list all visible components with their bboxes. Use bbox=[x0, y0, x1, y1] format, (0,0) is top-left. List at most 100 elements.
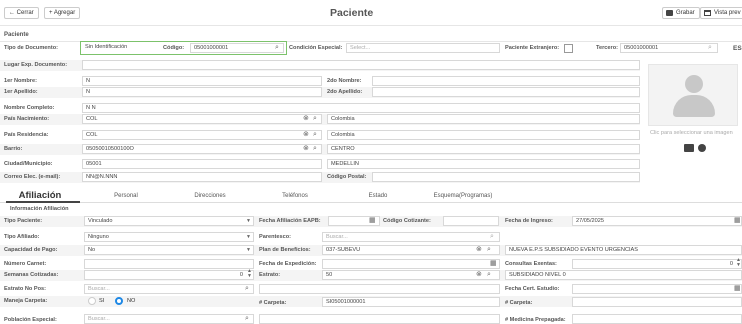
apellido2-input[interactable] bbox=[372, 87, 640, 97]
condicion-especial-select[interactable]: Select... bbox=[346, 43, 500, 53]
ciudad-code[interactable]: 05001 bbox=[82, 159, 322, 169]
semanas-cotizadas-label: Semanas Cotizadas: bbox=[4, 272, 59, 278]
search-icon[interactable]: ⌕ bbox=[245, 284, 249, 294]
codigo-input[interactable]: 05001000001 bbox=[190, 43, 284, 53]
search-icon[interactable]: ⌕ bbox=[313, 144, 317, 154]
tab-telefonos[interactable]: Teléfonos bbox=[255, 190, 335, 202]
search-icon[interactable]: ⌕ bbox=[275, 43, 279, 53]
barrio-label: Barrio: bbox=[4, 146, 23, 152]
apellido1-input[interactable]: N bbox=[82, 87, 322, 97]
calendar-icon[interactable]: ▦ bbox=[734, 284, 741, 294]
tercero-input[interactable]: 05001000001 bbox=[620, 43, 718, 53]
tab-esquema[interactable]: Esquema(Programas) bbox=[418, 190, 508, 202]
extranjero-checkbox[interactable] bbox=[564, 44, 573, 53]
stepper-icon[interactable]: ▲ ▼ bbox=[247, 269, 252, 279]
calendar-icon[interactable]: ▦ bbox=[369, 216, 376, 226]
fecha-afiliacion-label: Fecha Afiliación EAPB: bbox=[259, 218, 321, 224]
radio-si-label: SI bbox=[99, 298, 105, 304]
print-icon bbox=[704, 10, 711, 16]
search-icon[interactable]: ⌕ bbox=[490, 232, 494, 242]
save-button[interactable]: Grabar bbox=[662, 7, 700, 19]
calendar-icon[interactable]: ▦ bbox=[734, 216, 741, 226]
pais-residencia-code[interactable]: COL bbox=[82, 130, 322, 140]
nombre-completo-label: Nombre Completo: bbox=[4, 105, 55, 111]
parentesco-input[interactable]: Buscar... bbox=[322, 232, 500, 242]
add-button[interactable]: + Agregar bbox=[44, 7, 81, 19]
nombre1-input[interactable]: N bbox=[82, 76, 322, 86]
search-icon[interactable]: ⌕ bbox=[313, 130, 317, 140]
numero-carnet-input[interactable] bbox=[84, 259, 254, 269]
page-title: Paciente bbox=[330, 7, 374, 19]
radio-no-label: NO bbox=[127, 298, 136, 304]
nombre2-input[interactable] bbox=[372, 76, 640, 86]
capacidad-pago-select[interactable]: No bbox=[84, 245, 254, 255]
estrato-code[interactable]: 50 bbox=[322, 270, 500, 280]
stepper-icon[interactable]: ▲ ▼ bbox=[736, 258, 741, 268]
active-tab-indicator bbox=[6, 201, 80, 203]
search-icon[interactable]: ⌕ bbox=[245, 314, 249, 324]
carpeta-input[interactable]: SI05001000001 bbox=[322, 297, 500, 307]
fecha-ingreso-input[interactable]: 27/05/2025 bbox=[572, 216, 742, 226]
photo-area[interactable] bbox=[648, 64, 738, 126]
barrio-code[interactable]: 05050010500100O bbox=[82, 144, 322, 154]
save-label: Grabar bbox=[676, 10, 695, 16]
chevron-down-icon: ▼ bbox=[246, 218, 251, 224]
radio-si[interactable] bbox=[88, 297, 96, 305]
carpeta2-input[interactable] bbox=[572, 297, 742, 307]
preview-button[interactable]: Vista prev bbox=[700, 7, 742, 19]
pais-residencia-label: País Residencia: bbox=[4, 132, 49, 138]
codigo-cotizante-input[interactable] bbox=[443, 216, 499, 226]
poblacion-input[interactable]: Buscar... bbox=[84, 314, 254, 324]
poblacion-label: Población Especial: bbox=[4, 317, 57, 323]
tab-estado[interactable]: Estado bbox=[338, 190, 418, 202]
clear-icon[interactable]: ⊗ bbox=[303, 130, 309, 140]
codigo-postal-input[interactable] bbox=[372, 172, 640, 182]
carpeta2-label: # Carpeta: bbox=[505, 300, 533, 306]
consultas-exentas-input[interactable]: 0 bbox=[572, 259, 742, 269]
correo-input[interactable]: NN@N.NNN bbox=[82, 172, 322, 182]
ciudad-name: MEDELLIN bbox=[327, 159, 640, 169]
pais-nacimiento-name: Colombia bbox=[327, 114, 640, 124]
barrio-name: CENTRO bbox=[327, 144, 640, 154]
fecha-cert-label: Fecha Cert. Estudio: bbox=[505, 286, 560, 292]
ciudad-label: Ciudad/Municipio: bbox=[4, 161, 53, 167]
radio-no[interactable] bbox=[115, 297, 123, 305]
fecha-expedicion-input[interactable] bbox=[322, 259, 500, 269]
estrato-no-pos-input[interactable]: Buscar... bbox=[84, 284, 254, 294]
plan-beneficios-label: Plan de Beneficios: bbox=[259, 247, 311, 253]
pais-nacimiento-code[interactable]: COL bbox=[82, 114, 322, 124]
preview-label: Vista prev bbox=[714, 10, 741, 16]
nombre2-label: 2do Nombre: bbox=[327, 78, 362, 84]
delete-photo-icon[interactable] bbox=[698, 144, 706, 152]
clear-icon[interactable]: ⊗ bbox=[476, 270, 482, 280]
afiliacion-section-title: Información Afiliación bbox=[10, 206, 69, 212]
parentesco-label: Parentesco: bbox=[259, 234, 292, 240]
search-icon[interactable]: ⌕ bbox=[708, 43, 712, 53]
estrato-no-pos-name bbox=[259, 284, 500, 294]
calendar-icon[interactable]: ▦ bbox=[490, 259, 497, 269]
medicina-prepagada-input[interactable] bbox=[572, 314, 742, 324]
close-button[interactable]: ← Cerrar bbox=[4, 7, 39, 19]
nombre1-label: 1er Nombre: bbox=[4, 78, 37, 84]
search-icon[interactable]: ⌕ bbox=[313, 114, 317, 124]
plan-beneficios-code[interactable]: 037-SUBEVU bbox=[322, 245, 500, 255]
search-icon[interactable]: ⌕ bbox=[487, 270, 491, 280]
tipo-documento-field[interactable]: Sin Identificación bbox=[82, 43, 158, 53]
chevron-down-icon: ▼ bbox=[246, 234, 251, 240]
fecha-cert-input[interactable] bbox=[572, 284, 742, 294]
semanas-cotizadas-input[interactable]: 0 bbox=[84, 270, 254, 280]
clear-icon[interactable]: ⊗ bbox=[303, 114, 309, 124]
tab-personal[interactable]: Personal bbox=[86, 190, 166, 202]
tipo-paciente-select[interactable]: Vinculado bbox=[84, 216, 254, 226]
camera-icon[interactable] bbox=[684, 144, 694, 152]
clear-icon[interactable]: ⊗ bbox=[303, 144, 309, 154]
tab-direcciones[interactable]: Direcciones bbox=[170, 190, 250, 202]
lugar-exp-input[interactable] bbox=[82, 60, 640, 70]
tercero-label: Tercero: bbox=[596, 45, 618, 51]
clear-icon[interactable]: ⊗ bbox=[476, 245, 482, 255]
tipo-afiliado-label: Tipo Afiliado: bbox=[4, 234, 40, 240]
carpeta-label: # Carpeta: bbox=[259, 300, 287, 306]
photo-hint: Clic para seleccionar una imagen bbox=[650, 130, 733, 136]
search-icon[interactable]: ⌕ bbox=[487, 245, 491, 255]
tipo-afiliado-select[interactable]: Ninguno bbox=[84, 232, 254, 242]
